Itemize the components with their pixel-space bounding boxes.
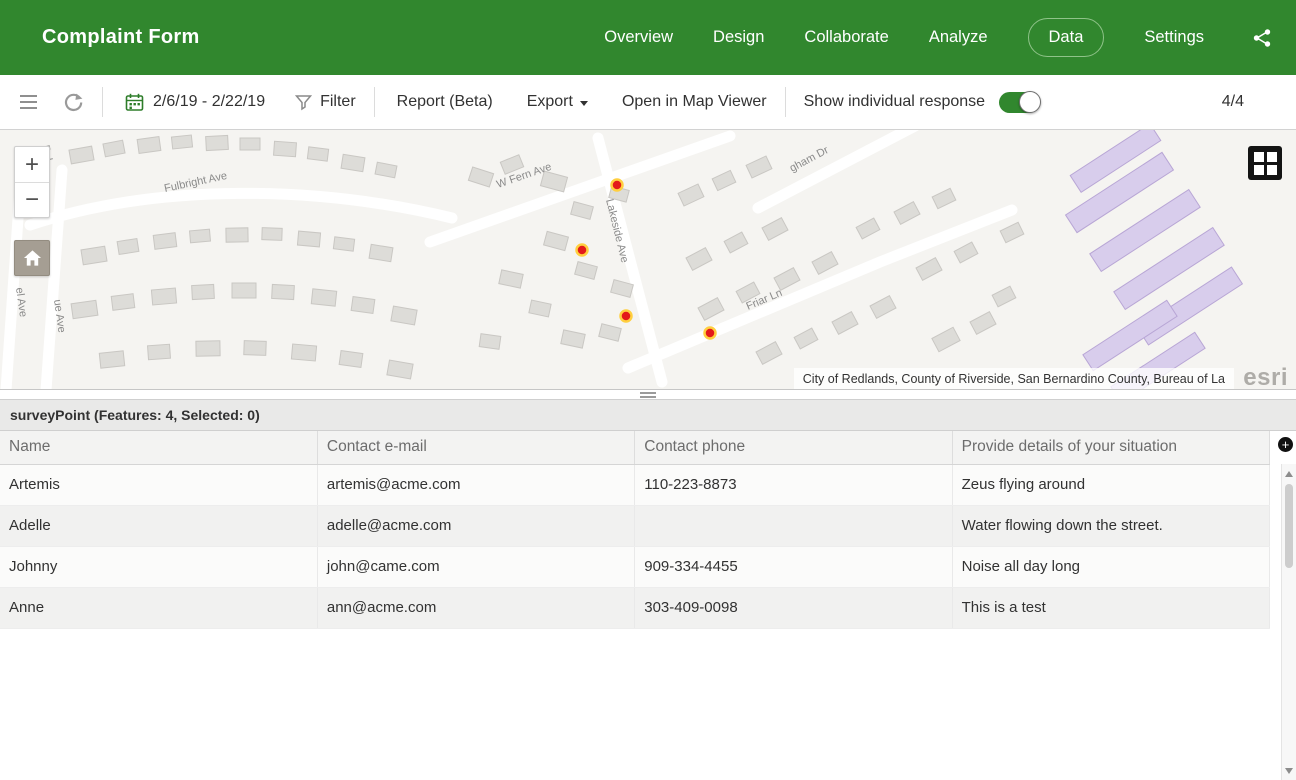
zoom-control: + − xyxy=(14,146,50,218)
survey-point-marker[interactable] xyxy=(610,178,624,192)
table-row[interactable]: Adelle adelle@acme.com Water flowing dow… xyxy=(0,505,1271,547)
grid-icon xyxy=(1253,151,1264,162)
record-count: 4/4 xyxy=(1221,93,1244,110)
basemap-grid-button[interactable] xyxy=(1248,146,1282,180)
table-row[interactable]: Anne ann@acme.com 303-409-0098 This is a… xyxy=(0,587,1271,629)
zoom-out-button[interactable]: − xyxy=(15,182,49,217)
toolbar-divider xyxy=(102,87,103,117)
map-canvas[interactable]: Fulbright Ave W Fern Ave Lakeside Ave Fr… xyxy=(0,130,1296,390)
cell-name[interactable]: Johnny xyxy=(0,546,318,588)
cell-details[interactable]: This is a test xyxy=(952,587,1271,629)
main-nav: Overview Design Collaborate Analyze Data… xyxy=(604,18,1272,57)
layer-summary-bar: surveyPoint (Features: 4, Selected: 0) xyxy=(0,399,1296,431)
tab-overview[interactable]: Overview xyxy=(604,28,673,47)
table-row[interactable]: Artemis artemis@acme.com 110-223-8873 Ze… xyxy=(0,464,1271,506)
cell-email[interactable]: adelle@acme.com xyxy=(317,505,636,547)
chevron-down-icon xyxy=(579,101,588,106)
esri-logo: esri xyxy=(1243,364,1288,390)
cell-email[interactable]: john@came.com xyxy=(317,546,636,588)
cell-phone[interactable] xyxy=(634,505,953,547)
individual-response-toggle[interactable] xyxy=(999,90,1042,113)
table-header-row: Name Contact e-mail Contact phone Provid… xyxy=(0,431,1271,465)
cell-details[interactable]: Noise all day long xyxy=(952,546,1271,588)
tab-collaborate[interactable]: Collaborate xyxy=(804,28,888,47)
app-window: Complaint Form Overview Design Collabora… xyxy=(0,0,1296,780)
toolbar-divider xyxy=(373,87,375,117)
page-title: Complaint Form xyxy=(42,26,200,48)
cell-details[interactable]: Zeus flying around xyxy=(952,464,1271,506)
report-beta-button[interactable]: Report (Beta) xyxy=(397,93,493,111)
tab-settings[interactable]: Settings xyxy=(1144,28,1204,47)
scroll-up-arrow[interactable] xyxy=(1282,466,1296,481)
cell-phone[interactable]: 110-223-8873 xyxy=(634,464,953,506)
home-extent-button[interactable] xyxy=(14,240,50,276)
show-individual-response-label: Show individual response xyxy=(803,93,986,110)
grid-icon xyxy=(1253,164,1264,175)
triangle-up-icon xyxy=(1285,470,1293,477)
tab-analyze[interactable]: Analyze xyxy=(929,28,988,47)
triangle-down-icon xyxy=(1285,767,1293,774)
column-header-details[interactable]: Provide details of your situation xyxy=(952,431,1271,465)
map-attribution: City of Redlands, County of Riverside, S… xyxy=(793,368,1234,389)
map-view[interactable]: Fulbright Ave W Fern Ave Lakeside Ave Fr… xyxy=(0,130,1296,390)
grip-icon xyxy=(640,391,656,398)
menu-icon[interactable] xyxy=(20,95,37,109)
date-range-button[interactable]: 2/6/19 - 2/22/19 xyxy=(153,93,265,111)
table-row[interactable]: Johnny john@came.com 909-334-4455 Noise … xyxy=(0,546,1271,588)
tab-design[interactable]: Design xyxy=(713,28,764,47)
export-dropdown[interactable]: Export xyxy=(527,93,588,111)
grid-icon xyxy=(1266,164,1277,175)
cell-phone[interactable]: 909-334-4455 xyxy=(634,546,953,588)
home-icon xyxy=(23,250,41,266)
share-icon[interactable] xyxy=(1252,28,1272,48)
cell-email[interactable]: artemis@acme.com xyxy=(317,464,636,506)
vertical-scrollbar[interactable] xyxy=(1281,464,1296,780)
tab-data[interactable]: Data xyxy=(1027,18,1105,57)
feature-table: Name Contact e-mail Contact phone Provid… xyxy=(0,431,1271,629)
filter-icon[interactable] xyxy=(295,94,313,111)
filter-button[interactable]: Filter xyxy=(320,93,356,111)
cell-email[interactable]: ann@acme.com xyxy=(317,587,636,629)
data-toolbar: 2/6/19 - 2/22/19 Filter Report (Beta) Ex… xyxy=(0,75,1296,130)
open-in-map-viewer-button[interactable]: Open in Map Viewer xyxy=(622,93,767,111)
scrollbar-thumb[interactable] xyxy=(1285,484,1293,568)
cell-name[interactable]: Adelle xyxy=(0,505,318,547)
cell-details[interactable]: Water flowing down the street. xyxy=(952,505,1271,547)
toolbar-divider xyxy=(784,87,786,117)
export-label: Export xyxy=(526,93,573,110)
scroll-down-arrow[interactable] xyxy=(1282,763,1296,778)
survey-point-marker[interactable] xyxy=(619,309,633,323)
panel-resize-handle[interactable] xyxy=(0,390,1296,399)
column-header-email[interactable]: Contact e-mail xyxy=(317,431,636,465)
cell-name[interactable]: Anne xyxy=(0,587,318,629)
zoom-in-button[interactable]: + xyxy=(15,147,49,182)
calendar-icon[interactable] xyxy=(125,93,144,112)
more-columns-button[interactable]: + xyxy=(1278,437,1293,452)
cell-phone[interactable]: 303-409-0098 xyxy=(634,587,953,629)
app-header: Complaint Form Overview Design Collabora… xyxy=(0,0,1296,75)
refresh-icon[interactable] xyxy=(63,92,84,113)
survey-point-marker[interactable] xyxy=(703,326,717,340)
cell-name[interactable]: Artemis xyxy=(0,464,318,506)
column-header-phone[interactable]: Contact phone xyxy=(634,431,953,465)
grid-icon xyxy=(1266,151,1277,162)
survey-point-marker[interactable] xyxy=(575,243,589,257)
column-header-name[interactable]: Name xyxy=(0,431,318,465)
toggle-knob xyxy=(1019,90,1042,113)
